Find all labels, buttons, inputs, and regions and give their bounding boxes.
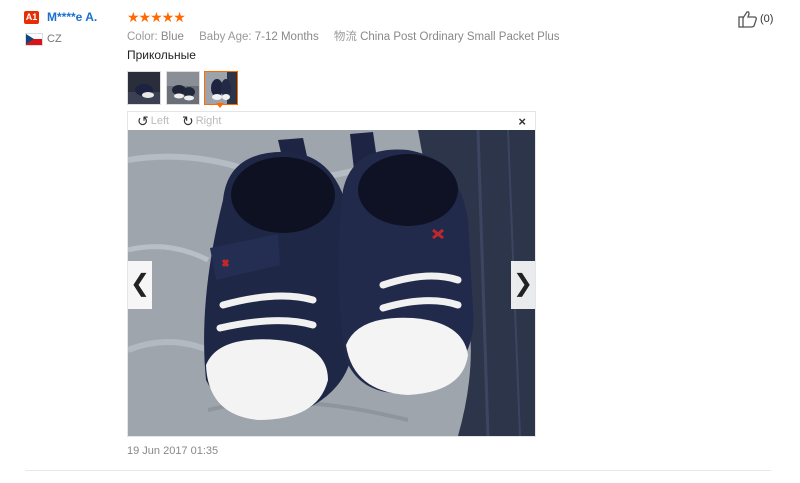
active-thumb-indicator — [216, 103, 224, 108]
close-viewer-button[interactable]: × — [518, 114, 526, 129]
star-rating: ★★★★★ — [127, 9, 186, 25]
helpful-button[interactable]: (0) — [738, 10, 773, 28]
rotate-left-icon: ↺ — [137, 113, 149, 129]
review-photo-thumb-3[interactable] — [204, 71, 238, 105]
rotate-right-icon: ↻ — [182, 113, 194, 129]
photo-viewer: ↺ Left ↻ Right × ❮ ❯ — [127, 111, 536, 437]
rotate-left-button[interactable]: ↺ Left — [137, 114, 169, 128]
attr-logistics-value: China Post Ordinary Small Packet Plus — [360, 31, 560, 43]
review-divider — [25, 470, 771, 471]
czech-flag-icon — [25, 33, 43, 46]
review-photo-thumb-2[interactable] — [166, 71, 200, 105]
buyer-level-badge: A1 — [24, 11, 39, 24]
attr-logistics-key: 物流 — [333, 31, 357, 43]
attr-color-key: Color: — [127, 31, 158, 43]
attr-baby-age-value: 7-12 Months — [254, 31, 319, 43]
photo-viewer-toolbar: ↺ Left ↻ Right × — [128, 112, 535, 130]
previous-photo-button[interactable]: ❮ — [128, 261, 152, 309]
review-photo: ❮ ❯ — [128, 130, 535, 436]
rotate-right-label: Right — [195, 115, 222, 127]
attr-baby-age-key: Baby Age: — [199, 31, 252, 43]
reviewer-country: CZ — [47, 33, 62, 45]
review-date: 19 Jun 2017 01:35 — [127, 445, 219, 457]
baby-shoes-photo — [128, 130, 535, 436]
review-photo-thumb-1[interactable] — [127, 71, 161, 105]
order-attributes: Color: Blue Baby Age: 7-12 Months 物流 Chi… — [127, 28, 572, 44]
rotate-right-button[interactable]: ↻ Right — [182, 114, 221, 128]
rotate-left-label: Left — [150, 115, 170, 127]
review-text: Прикольные — [127, 48, 196, 62]
next-photo-button[interactable]: ❯ — [511, 261, 535, 309]
thumbs-up-icon — [738, 11, 757, 28]
attr-color-value: Blue — [160, 31, 184, 43]
helpful-count: (0) — [760, 13, 774, 25]
reviewer-name[interactable]: M****e A. — [47, 10, 97, 24]
